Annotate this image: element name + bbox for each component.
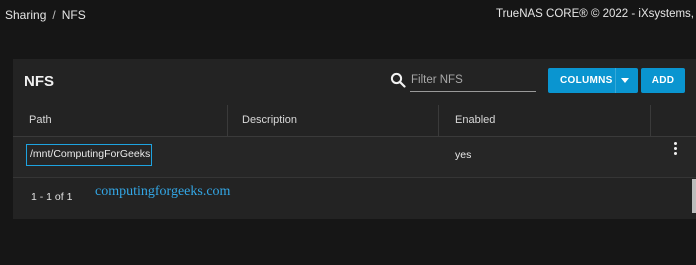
columns-button[interactable]: COLUMNS: [548, 68, 638, 93]
column-header-path[interactable]: Path: [29, 105, 52, 136]
columns-button-label: COLUMNS: [560, 75, 613, 86]
breadcrumb-item-nfs: NFS: [61, 8, 86, 22]
add-button[interactable]: ADD: [641, 68, 685, 93]
top-bar: Sharing / NFS TrueNAS CORE® © 2022 - iXsys…: [0, 0, 696, 30]
breadcrumb: Sharing / NFS: [5, 8, 86, 22]
nfs-shares-card: NFS COLUMNS ADD Path Description Enabled…: [13, 59, 696, 219]
table-header: Path Description Enabled: [13, 105, 696, 137]
enabled-cell: yes: [455, 149, 472, 161]
chevron-down-icon: [621, 78, 629, 83]
breadcrumb-item-sharing[interactable]: Sharing: [5, 8, 46, 22]
columns-button-divider: [615, 68, 616, 93]
breadcrumb-separator: /: [52, 8, 56, 22]
more-options-icon[interactable]: [670, 142, 680, 160]
path-cell[interactable]: /mnt/ComputingForGeeks: [26, 144, 152, 166]
table-row[interactable]: /mnt/ComputingForGeeks yes: [13, 137, 696, 178]
filter-nfs-input[interactable]: [410, 69, 536, 92]
pagination-range: 1 - 1 of 1: [31, 191, 73, 203]
watermark-text: computingforgeeks.com: [95, 184, 231, 199]
card-title: NFS: [24, 73, 54, 90]
column-header-enabled[interactable]: Enabled: [455, 105, 495, 136]
copyright-text: TrueNAS CORE® © 2022 - iXsystems,: [495, 8, 694, 20]
column-divider: [650, 105, 651, 136]
search-icon: [390, 72, 406, 88]
horizontal-scrollbar-thumb[interactable]: [692, 179, 696, 213]
column-header-description[interactable]: Description: [242, 105, 297, 136]
column-divider: [438, 105, 439, 136]
column-divider: [227, 105, 228, 136]
